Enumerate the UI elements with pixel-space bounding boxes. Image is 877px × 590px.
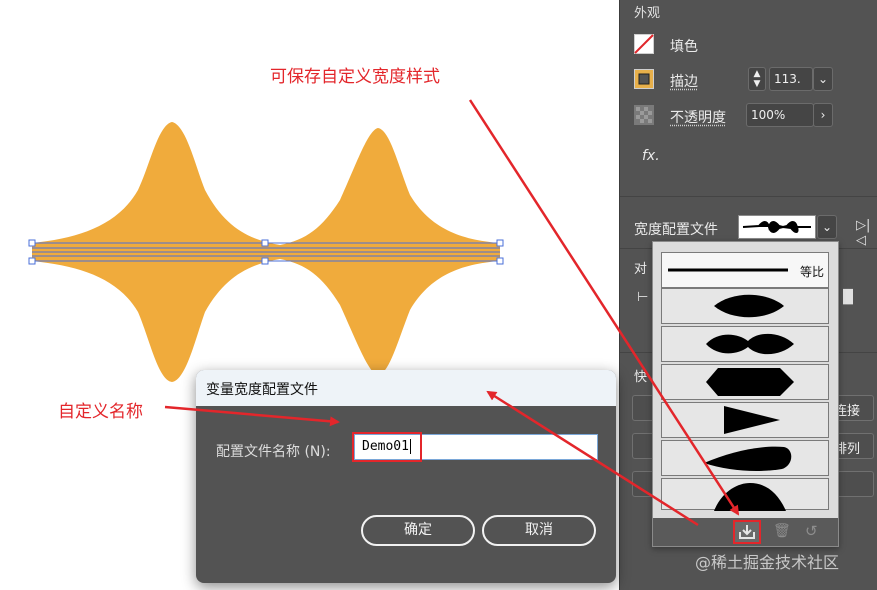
opacity-expand-button[interactable]: › [813, 103, 833, 127]
chevron-right-icon: › [820, 108, 826, 122]
uniform-profile-label: 等比 [799, 265, 824, 279]
profile-item-6[interactable] [661, 478, 829, 511]
fill-none-swatch-icon[interactable] [634, 34, 654, 54]
profile-shape-1 [714, 294, 784, 318]
profile-shape-5 [704, 446, 792, 471]
effects-fx-button[interactable]: fx. [642, 148, 660, 164]
stroke-swatch-icon[interactable] [634, 69, 654, 89]
profile-shape-6 [714, 483, 786, 511]
quick-actions-title: 快 [634, 370, 648, 385]
dialog-titlebar[interactable]: 变量宽度配置文件 [196, 370, 616, 406]
opacity-input[interactable]: 100% [746, 103, 814, 127]
profile-item-uniform[interactable]: 等比 [661, 252, 829, 288]
ok-button[interactable]: 确定 [361, 515, 475, 546]
cancel-button[interactable]: 取消 [482, 515, 596, 546]
width-profile-preview[interactable] [738, 215, 816, 239]
align-section-title: 对 [634, 262, 648, 277]
panel-divider [620, 196, 877, 197]
profile-item-3[interactable] [661, 364, 829, 400]
fill-label: 填色 [670, 39, 698, 55]
flip-profile-icon[interactable]: ▷|◁ [856, 218, 877, 248]
profile-shape-4 [724, 406, 780, 434]
align-left-icon[interactable]: ⊢ [637, 290, 648, 305]
stroke-label[interactable]: 描边 [670, 71, 698, 91]
opacity-label[interactable]: 不透明度 [670, 107, 726, 127]
watermark-text: @稀土掘金技术社区 [695, 553, 840, 572]
reset-profile-icon[interactable]: ↺ [805, 522, 818, 540]
width-profile-preview-shape [742, 221, 811, 233]
dialog-title: 变量宽度配置文件 [206, 382, 318, 398]
annotation-name-hint: 自定义名称 [58, 402, 143, 422]
annotation-save-hint: 可保存自定义宽度样式 [270, 67, 440, 87]
profile-item-4[interactable] [661, 402, 829, 438]
profile-item-5[interactable] [661, 440, 829, 476]
profile-item-1[interactable] [661, 288, 829, 324]
save-profile-button[interactable] [733, 520, 761, 544]
stroke-weight-stepper[interactable]: ▲ ▼ [748, 67, 766, 91]
chevron-down-icon: ⌄ [821, 220, 833, 234]
width-profile-list[interactable]: 等比 🗑 ↺ [652, 241, 839, 547]
profile-list-toolbar: 🗑 ↺ [653, 518, 838, 546]
profile-name-label: 配置文件名称 (N): [216, 444, 331, 460]
variable-width-profile-dialog: 变量宽度配置文件 配置文件名称 (N): Demo01 确定 取消 [196, 370, 616, 583]
distribute-icon[interactable]: ▐▌ [838, 290, 858, 305]
delete-profile-icon[interactable]: 🗑 [773, 523, 791, 539]
width-profile-dropdown[interactable]: ⌄ [817, 215, 837, 239]
stroke-weight-dropdown[interactable]: ⌄ [813, 67, 833, 91]
appearance-section-title: 外观 [634, 6, 661, 21]
chevron-down-icon: ⌄ [817, 72, 829, 86]
profile-item-2[interactable] [661, 326, 829, 362]
opacity-checker-icon[interactable] [634, 105, 654, 125]
width-profile-label: 宽度配置文件 [634, 222, 718, 238]
profile-shape-3 [706, 368, 794, 396]
profile-shape-2 [706, 333, 794, 355]
name-highlight-box [352, 432, 422, 462]
save-profile-icon [739, 525, 755, 539]
stroke-weight-input[interactable]: 113. [769, 67, 813, 91]
